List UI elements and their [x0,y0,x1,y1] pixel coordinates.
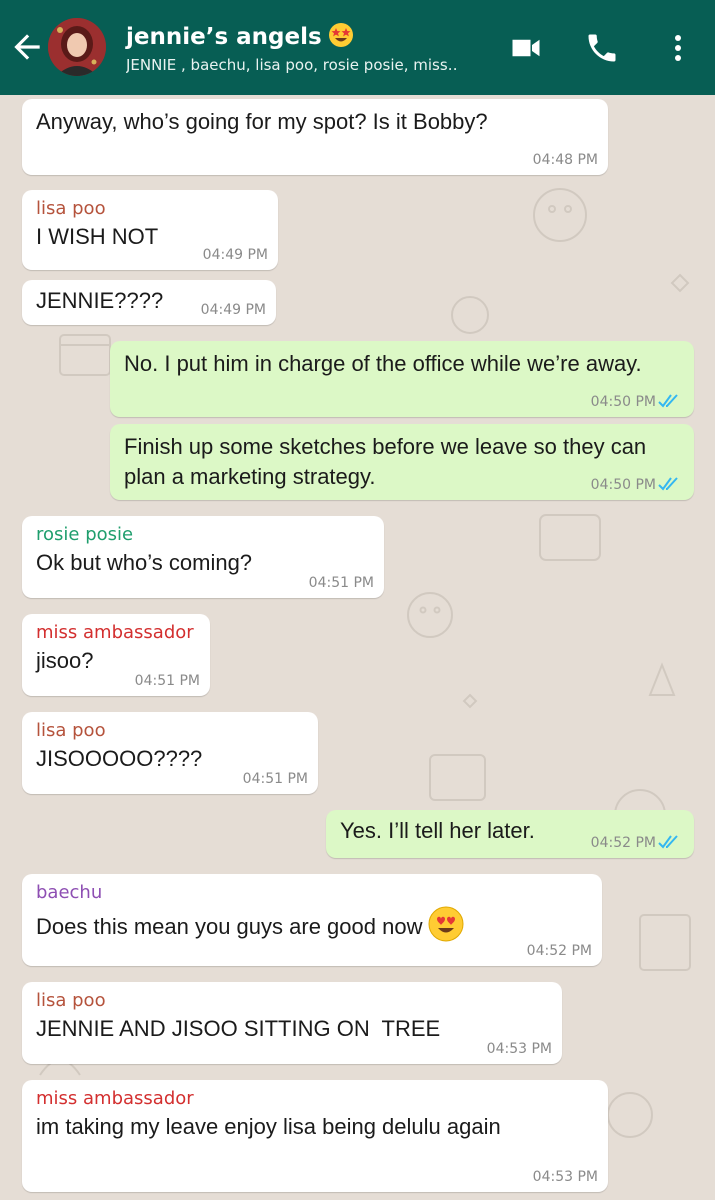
message-bubble-incoming[interactable]: Anyway, who’s going for my spot? Is it B… [22,99,608,175]
chat-area[interactable]: Anyway, who’s going for my spot? Is it B… [0,95,715,1200]
message-bubble-incoming[interactable]: lisa poo JISOOOOO???? 04:51 PM [22,712,318,794]
more-vert-icon[interactable] [664,30,692,66]
message-time: 04:52 PM [590,835,656,851]
phone-icon[interactable] [584,30,620,66]
message-bubble-incoming[interactable]: baechu Does this mean you guys are good … [22,874,602,966]
message-bubble-outgoing[interactable]: Yes. I’ll tell her later. 04:52 PM [326,810,694,858]
message-time: 04:51 PM [308,575,374,591]
chat-participants[interactable]: JENNIE , baechu, lisa poo, rosie posie, … [126,56,481,74]
message-time: 04:52 PM [526,943,592,959]
message-bubble-incoming[interactable]: miss ambassador im taking my leave enjoy… [22,1080,608,1192]
message-text: im taking my leave enjoy lisa being delu… [36,1114,501,1139]
message-time: 04:49 PM [202,247,268,263]
read-receipt-icon [658,477,678,491]
message-text: Anyway, who’s going for my spot? Is it B… [36,109,488,134]
message-sender[interactable]: lisa poo [36,196,264,222]
chat-title[interactable]: jennie’s angels [126,22,354,50]
message-text: Ok but who’s coming? [36,550,253,575]
video-camera-icon[interactable] [508,30,544,66]
message-text-content: Does this mean you guys are good now [36,914,423,939]
message-bubble-incoming[interactable]: miss ambassador jisoo? 04:51 PM [22,614,210,696]
chat-header: jennie’s angels JENNIE , baechu, lisa po… [0,0,715,95]
message-sender[interactable]: miss ambassador [36,1086,594,1112]
message-time: 04:53 PM [532,1169,598,1185]
message-sender[interactable]: baechu [36,880,588,906]
message-time: 04:48 PM [532,152,598,168]
message-time: 04:51 PM [134,673,200,689]
arrow-left-icon[interactable] [8,28,46,66]
message-sender[interactable]: rosie posie [36,522,370,548]
read-receipt-icon [658,835,678,849]
message-bubble-incoming[interactable]: lisa poo I WISH NOT 04:49 PM [22,190,278,270]
message-bubble-incoming[interactable]: lisa poo JENNIE AND JISOO SITTING ON TRE… [22,982,562,1064]
message-text: No. I put him in charge of the office wh… [124,351,642,376]
read-receipt-icon [658,394,678,408]
message-time: 04:51 PM [242,771,308,787]
message-time: 04:50 PM [590,477,656,493]
star-struck-emoji-icon [328,23,353,47]
chat-title-text: jennie’s angels [126,24,322,50]
message-text: Does this mean you guys are good now [36,906,588,942]
message-sender[interactable]: miss ambassador [36,620,196,646]
message-bubble-outgoing[interactable]: No. I put him in charge of the office wh… [110,341,694,417]
heart-eyes-emoji-icon [428,906,464,942]
message-time: 04:53 PM [486,1041,552,1057]
avatar[interactable] [48,18,106,76]
message-bubble-incoming[interactable]: rosie posie Ok but who’s coming? 04:51 P… [22,516,384,598]
message-sender[interactable]: lisa poo [36,718,304,744]
message-time: 04:50 PM [590,394,656,410]
message-time: 04:49 PM [200,302,266,318]
message-bubble-outgoing[interactable]: Finish up some sketches before we leave … [110,424,694,500]
message-sender[interactable]: lisa poo [36,988,548,1014]
message-text: JISOOOOO???? [36,746,203,771]
message-text: JENNIE AND JISOO SITTING ON TREE [36,1016,441,1041]
message-bubble-incoming[interactable]: JENNIE???? 04:49 PM [22,280,276,325]
message-text: jisoo? [36,648,94,673]
